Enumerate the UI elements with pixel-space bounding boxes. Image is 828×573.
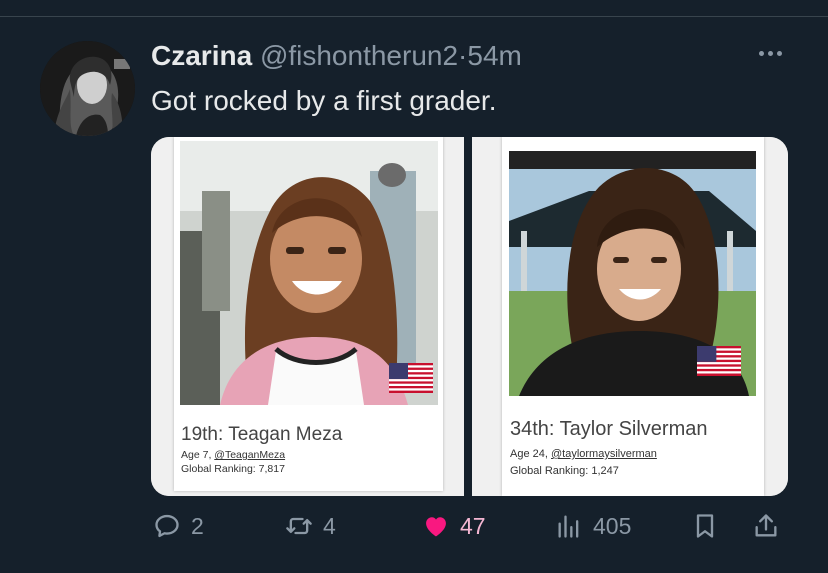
tweet-header: Czarina @fishontherun2·54m [151,40,522,72]
timestamp[interactable]: 54m [467,40,521,71]
us-flag-icon [697,346,741,376]
global-ranking: Global Ranking: 1,247 [510,465,619,477]
heart-icon [426,517,446,537]
age-line: Age 7, @TeaganMeza [181,449,285,461]
reply-icon [155,514,179,538]
media-image-left[interactable]: 19th: Teagan Meza Age 7, @TeaganMeza Glo… [151,137,464,496]
view-count: 405 [593,512,632,539]
ranking-card: 34th: Taylor Silverman Age 24, @taylorma… [502,137,764,496]
separator-dot: · [458,40,468,71]
us-flag-icon [389,363,433,393]
top-divider [0,16,828,17]
age-line: Age 24, @taylormaysilverman [510,448,657,460]
user-handle[interactable]: @fishontherun2 [260,40,458,71]
avatar[interactable] [40,41,135,136]
tweet-text: Got rocked by a first grader. [151,85,497,116]
retweet-button[interactable]: 4 [285,512,336,540]
retweet-count: 4 [323,512,336,539]
profile-link[interactable]: @TeaganMeza [214,449,285,461]
media-image-right[interactable]: 34th: Taylor Silverman Age 24, @taylorma… [472,137,788,496]
retweet-icon [286,517,312,535]
like-count: 47 [460,512,486,539]
share-icon [755,514,777,537]
reply-button[interactable]: 2 [153,512,204,540]
rank-title: 34th: Taylor Silverman [510,418,708,440]
tweet-actions: 2 4 47 405 [0,512,828,552]
media-gap [464,137,472,496]
bookmark-icon [696,514,714,538]
tweet-media[interactable]: 19th: Teagan Meza Age 7, @TeaganMeza Glo… [151,137,788,496]
share-button[interactable] [752,512,780,540]
reply-count: 2 [191,512,204,539]
more-options-icon[interactable] [752,40,788,66]
age-text: Age 24, [510,448,548,460]
like-button[interactable]: 47 [422,512,486,540]
age-text: Age 7, [181,449,212,461]
bookmark-button[interactable] [691,512,719,540]
profile-link[interactable]: @taylormaysilverman [551,448,657,460]
rank-title: 19th: Teagan Meza [181,424,343,445]
views-icon [558,515,579,538]
display-name[interactable]: Czarina [151,40,252,71]
ranking-card: 19th: Teagan Meza Age 7, @TeaganMeza Glo… [174,137,443,491]
global-ranking: Global Ranking: 7,817 [181,463,285,475]
views-button[interactable]: 405 [555,512,631,540]
